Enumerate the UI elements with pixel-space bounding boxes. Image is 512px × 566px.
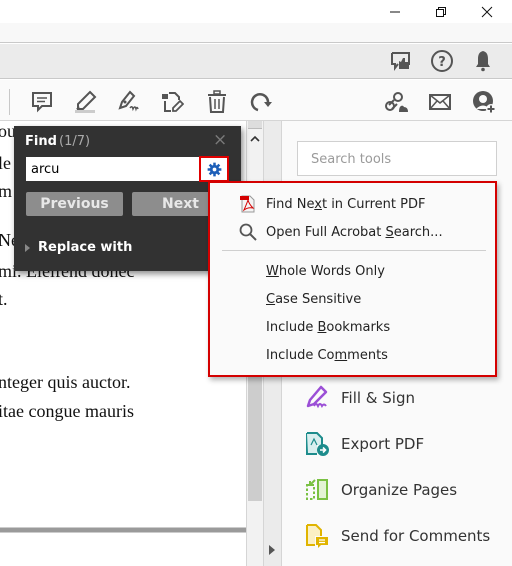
share-link-button[interactable] (384, 89, 410, 115)
search-icon (238, 222, 258, 242)
edit-document-icon (162, 92, 184, 112)
menu-item-include-bookmarks[interactable]: Include Bookmarks (210, 314, 495, 340)
notifications-button[interactable] (470, 48, 496, 74)
document-text-line: nteger quis auctor. (0, 372, 131, 392)
send-for-comments-icon (306, 524, 328, 548)
close-window-button[interactable] (464, 0, 510, 23)
find-options-button[interactable] (199, 156, 229, 182)
document-text-fragment: le (0, 153, 11, 173)
menu-item-label: Include Bookmarks (266, 319, 391, 335)
add-user-icon (473, 91, 496, 114)
page-divider (0, 527, 246, 533)
restore-button[interactable] (418, 0, 464, 23)
app-bar: ? (0, 44, 512, 79)
toolbar-divider (9, 89, 10, 115)
find-result-count: (1/7) (59, 134, 91, 149)
minimize-button[interactable] (372, 0, 418, 23)
email-icon (429, 94, 451, 110)
tool-label: Organize Pages (341, 481, 458, 499)
sign-pen-icon (118, 90, 139, 112)
menu-separator (222, 250, 486, 251)
delete-trash-icon (208, 90, 226, 113)
sign-button[interactable] (115, 89, 141, 115)
title-bar (0, 0, 512, 23)
export-pdf-icon (306, 432, 329, 456)
tool-label: Export PDF (341, 435, 425, 453)
rotate-button[interactable] (248, 89, 274, 115)
search-tools-input[interactable]: Search tools (297, 141, 497, 176)
menu-item-label: Include Comments (266, 347, 388, 363)
restore-icon (436, 6, 446, 17)
close-icon (481, 6, 493, 17)
find-title: Find (25, 134, 57, 149)
notification-bell-icon (476, 51, 490, 72)
tool-export-pdf[interactable]: Export PDF (304, 429, 504, 459)
help-icon: ? (431, 50, 453, 72)
svg-text:?: ? (438, 55, 446, 70)
feedback-button[interactable] (388, 48, 414, 74)
delete-button[interactable] (204, 89, 230, 115)
share-link-cloud-icon (385, 92, 408, 112)
document-text-fragment: m (0, 181, 13, 201)
feedback-thumbs-up-icon (391, 52, 410, 71)
menu-item-open-full-search[interactable]: Open Full Acrobat Search... (210, 219, 495, 245)
organize-pages-icon (306, 479, 328, 500)
find-search-input[interactable] (26, 157, 203, 181)
replace-with-toggle[interactable]: Replace with (25, 240, 132, 255)
find-panel: Find (1/7) × Previous Next Replace with (14, 126, 241, 271)
document-text-line: t. (0, 289, 8, 309)
minimize-icon (390, 11, 400, 12)
pdf-icon (238, 194, 258, 214)
menu-item-label: Whole Words Only (266, 263, 385, 279)
find-close-button[interactable]: × (213, 130, 227, 150)
replace-with-label: Replace with (38, 240, 133, 255)
find-previous-button[interactable]: Previous (26, 192, 123, 216)
menu-item-include-comments[interactable]: Include Comments (210, 342, 495, 368)
collapse-pane-arrow-icon[interactable] (269, 545, 275, 555)
tool-organize-pages[interactable]: Organize Pages (304, 475, 504, 505)
tool-label: Send for Comments (341, 527, 491, 545)
gear-icon (207, 162, 221, 176)
tool-label: Fill & Sign (341, 389, 415, 407)
fill-sign-icon (306, 385, 328, 409)
scrollbar-top-cap (248, 121, 262, 129)
expand-triangle-icon (25, 243, 30, 252)
tool-fill-sign[interactable]: Fill & Sign (304, 383, 504, 413)
scroll-up-arrow-icon[interactable] (250, 135, 260, 146)
menu-item-whole-words-only[interactable]: Whole Words Only (210, 258, 495, 284)
tools-toolbar (0, 80, 512, 121)
find-options-menu: Find Next in Current PDF Open Full Acrob… (208, 181, 497, 377)
comment-button[interactable] (29, 89, 55, 115)
edit-pdf-button[interactable] (159, 89, 185, 115)
menu-bar (0, 23, 512, 43)
menu-item-label: Case Sensitive (266, 291, 362, 307)
menu-item-label: Open Full Acrobat Search... (266, 224, 443, 240)
highlight-button[interactable] (72, 89, 98, 115)
document-text-line: itae congue mauris (0, 401, 134, 421)
menu-item-find-next-in-pdf[interactable]: Find Next in Current PDF (210, 191, 495, 217)
email-button[interactable] (427, 89, 453, 115)
menu-item-label: Find Next in Current PDF (266, 196, 426, 212)
tool-send-for-comments[interactable]: Send for Comments (304, 521, 504, 551)
add-user-button[interactable] (471, 89, 497, 115)
highlight-icon (75, 90, 97, 113)
rotate-icon (250, 93, 272, 112)
help-button[interactable]: ? (429, 48, 455, 74)
comment-icon (32, 92, 52, 113)
menu-item-case-sensitive[interactable]: Case Sensitive (210, 286, 495, 312)
